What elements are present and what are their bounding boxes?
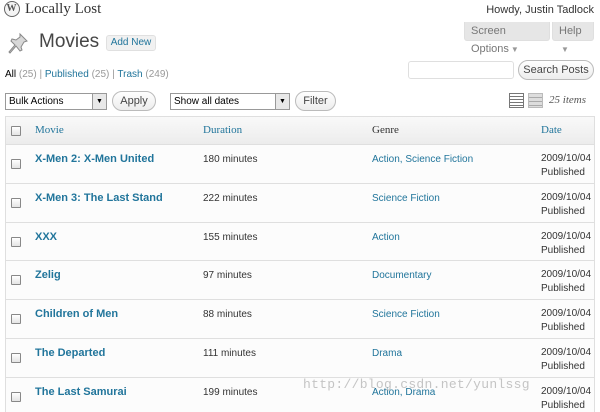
date-cell: 2009/10/04 Published (541, 268, 591, 296)
filter-separator: | (112, 69, 115, 80)
filter-all-link[interactable]: All (5, 69, 16, 80)
howdy-user[interactable]: Howdy, Justin Tadlock (486, 4, 594, 16)
post-status-filters: All (25) | Published (25) | Trash (249) (5, 69, 169, 80)
date-cell: 2009/10/04 Published (541, 307, 591, 335)
excerpt-view-icon[interactable] (528, 93, 543, 108)
page-title: Movies (39, 31, 100, 52)
row-checkbox[interactable] (11, 314, 21, 325)
table-row: Zelig 97 minutes Documentary 2009/10/04 P… (6, 261, 594, 301)
movie-title-link[interactable]: Children of Men (35, 308, 118, 320)
help-label: Help (559, 25, 582, 37)
date-value: 2009/10/04 (541, 346, 592, 358)
filter-trash-link[interactable]: Trash (117, 69, 142, 80)
row-checkbox[interactable] (11, 159, 21, 169)
status-value: Published (541, 244, 585, 256)
dates-select[interactable]: Show all dates ▼ (170, 93, 290, 110)
site-name[interactable]: Locally Lost (25, 1, 101, 18)
status-value: Published (541, 360, 585, 372)
movie-title-link[interactable]: X-Men 2: X-Men United (35, 153, 154, 165)
table-row: XXX 155 minutes Action 2009/10/04 Publish… (6, 222, 594, 262)
duration-cell: 97 minutes (203, 270, 252, 282)
date-value: 2009/10/04 (541, 308, 592, 320)
list-view-icon[interactable] (509, 93, 524, 108)
row-checkbox[interactable] (11, 236, 21, 247)
genre-link[interactable]: Documentary (372, 270, 431, 281)
apply-button[interactable]: Apply (112, 91, 156, 111)
filter-published-count: (25) (91, 69, 110, 80)
row-checkbox[interactable] (11, 352, 21, 363)
items-count: 25 items (549, 94, 586, 106)
movies-table: Movie Duration Genre Date X-Men 2: X-Men… (5, 116, 595, 412)
dropdown-arrow-icon: ▼ (92, 94, 106, 109)
date-value: 2009/10/04 (541, 191, 592, 203)
column-header-movie[interactable]: Movie (35, 124, 64, 136)
wordpress-logo-icon[interactable] (4, 1, 20, 17)
date-value: 2009/10/04 (541, 153, 592, 164)
date-cell: 2009/10/04 Published (541, 152, 591, 180)
screen-options-tab[interactable]: Screen Options ▼ (464, 22, 550, 55)
bulk-actions-select[interactable]: Bulk Actions ▼ (5, 93, 107, 110)
dates-value: Show all dates (174, 96, 240, 107)
movie-title-link[interactable]: XXX (35, 231, 57, 243)
duration-cell: 222 minutes (203, 192, 258, 204)
dropdown-arrow-icon: ▼ (510, 45, 519, 54)
status-value: Published (541, 283, 585, 295)
screen-options-label: Screen Options (471, 25, 509, 55)
column-header-genre: Genre (372, 124, 399, 136)
table-row: X-Men 2: X-Men United 180 minutes Action… (6, 145, 594, 184)
table-row: Children of Men 88 minutes Science Ficti… (6, 300, 594, 339)
table-row: X-Men 3: The Last Stand 222 minutes Scie… (6, 183, 594, 223)
date-cell: 2009/10/04 Published (541, 191, 591, 219)
movie-title-link[interactable]: The Departed (35, 347, 105, 359)
date-value: 2009/10/04 (541, 269, 592, 281)
genre-link[interactable]: Science Fiction (372, 193, 440, 204)
dropdown-arrow-icon: ▼ (275, 94, 289, 109)
filter-button[interactable]: Filter (295, 91, 336, 111)
column-header-date[interactable]: Date (541, 124, 562, 136)
status-value: Published (541, 399, 585, 411)
status-value: Published (541, 322, 585, 334)
row-checkbox[interactable] (11, 197, 21, 208)
admin-header: Locally Lost Howdy, Justin Tadlock (0, 0, 600, 20)
duration-cell: 155 minutes (203, 231, 258, 243)
row-checkbox[interactable] (11, 275, 21, 286)
duration-cell: 180 minutes (203, 154, 258, 165)
filter-all-count: (25) (18, 69, 37, 80)
date-value: 2009/10/04 (541, 385, 592, 397)
table-row: The Departed 111 minutes Drama 2009/10/0… (6, 338, 594, 378)
row-checkbox[interactable] (11, 391, 21, 402)
column-header-duration[interactable]: Duration (203, 124, 242, 136)
pushpin-icon (8, 32, 28, 54)
duration-cell: 199 minutes (203, 386, 258, 398)
search-posts-button[interactable]: Search Posts (518, 60, 594, 80)
date-value: 2009/10/04 (541, 230, 592, 242)
bulk-actions-value: Bulk Actions (9, 96, 64, 107)
duration-cell: 111 minutes (203, 347, 256, 359)
dropdown-arrow-icon: ▼ (561, 45, 569, 54)
watermark-text: http://blog.csdn.net/yunlssg (303, 377, 530, 392)
date-cell: 2009/10/04 Published (541, 346, 591, 374)
movie-title-link[interactable]: The Last Samurai (35, 386, 127, 398)
genre-link[interactable]: Action (372, 232, 400, 243)
status-value: Published (541, 205, 585, 217)
duration-cell: 88 minutes (203, 309, 252, 321)
select-all-checkbox[interactable] (11, 126, 21, 136)
date-cell: 2009/10/04 Published (541, 230, 591, 258)
filter-published-link[interactable]: Published (45, 69, 89, 80)
movie-title-link[interactable]: Zelig (35, 269, 61, 281)
add-new-button[interactable]: Add New (106, 35, 156, 51)
movie-title-link[interactable]: X-Men 3: The Last Stand (35, 192, 163, 204)
genre-link[interactable]: Action, Science Fiction (372, 154, 473, 165)
filter-separator: | (39, 69, 43, 80)
genre-link[interactable]: Drama (372, 348, 402, 359)
date-cell: 2009/10/04 Published (541, 385, 591, 412)
help-tab[interactable]: Help ▼ (552, 22, 594, 54)
status-value: Published (541, 167, 585, 178)
table-header: Movie Duration Genre Date (6, 117, 594, 145)
filter-trash-count: (249) (145, 69, 169, 80)
genre-link[interactable]: Science Fiction (372, 309, 440, 320)
search-input[interactable] (408, 61, 514, 79)
